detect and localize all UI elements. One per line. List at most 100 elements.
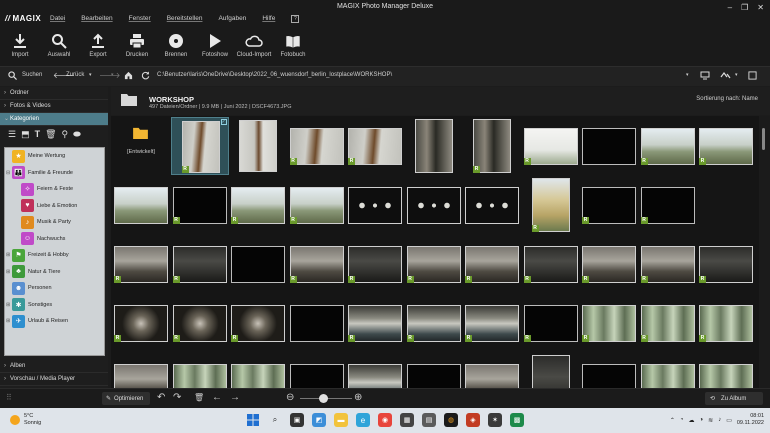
search-icon[interactable] — [8, 71, 17, 82]
collapse-icon[interactable]: ⊟ — [6, 170, 10, 176]
sort-label[interactable]: Sortierung nach: Name — [696, 96, 758, 102]
photo-thumbnail[interactable]: R — [522, 117, 580, 175]
chrome-icon[interactable]: ◉ — [378, 413, 392, 427]
tray-app-icon-2[interactable]: ◑ — [700, 417, 704, 423]
help-icon[interactable]: ? — [291, 15, 300, 23]
photo-thumbnail[interactable]: R — [171, 235, 229, 293]
photo-thumbnail[interactable] — [288, 353, 346, 388]
photo-thumbnail[interactable] — [288, 294, 346, 352]
developed-folder[interactable]: [Entwickelt] — [112, 117, 170, 175]
sidebar-section-categories[interactable]: ⌄Kategorien — [0, 113, 108, 126]
category-item[interactable]: ☻ Personen — [5, 280, 104, 297]
sidebar-section-folders[interactable]: › Ordner — [0, 87, 108, 100]
photo-thumbnail[interactable] — [346, 176, 404, 234]
photo-thumbnail[interactable]: R — [463, 235, 521, 293]
photo-thumbnail[interactable] — [112, 176, 170, 234]
zoom-out-icon[interactable]: ⊖ — [286, 392, 294, 404]
category-item[interactable]: ⊟ 👪 Familie & Freunde — [5, 165, 104, 182]
export-button[interactable]: Export — [78, 32, 118, 58]
undo-icon[interactable]: ↶ — [157, 392, 165, 404]
photo-thumbnail[interactable] — [580, 353, 638, 388]
thumbnail-grid[interactable]: [Entwickelt] R ✓ R R R R R R R R R R R R R R R R R R R R R R R R R R… — [111, 116, 759, 388]
photo-thumbnail[interactable]: R — [288, 117, 346, 175]
photo-thumbnail[interactable]: R — [288, 176, 346, 234]
app-icon-7[interactable]: ▦ — [400, 413, 414, 427]
photo-thumbnail[interactable]: R — [288, 235, 346, 293]
rotate-right-icon[interactable]: → — [230, 392, 240, 404]
zoom-in-icon[interactable]: ⊕ — [354, 392, 362, 404]
delete-icon[interactable]: 🗑 — [45, 129, 56, 139]
cloud-import-button[interactable]: Cloud-Import — [234, 32, 274, 58]
view-mode-icon[interactable] — [700, 71, 710, 82]
print-button[interactable]: Drucken — [117, 32, 157, 58]
photo-thumbnail[interactable]: R — [639, 294, 697, 352]
photo-thumbnail[interactable]: R — [346, 235, 404, 293]
minimize-icon[interactable]: – — [728, 3, 732, 12]
grid-icon[interactable]: ⠿ — [6, 392, 12, 404]
text-icon[interactable]: T — [35, 129, 41, 139]
speaker-icon[interactable]: ♪ — [718, 417, 721, 423]
photo-thumbnail[interactable] — [229, 353, 287, 388]
sidebar-section-albums[interactable]: › Alben — [0, 360, 108, 373]
sidebar-section-preview[interactable]: › Vorschau / Media Player — [0, 373, 108, 386]
battery-icon[interactable]: ▭ — [726, 417, 732, 424]
menu-datei[interactable]: Datei — [50, 15, 65, 23]
photobook-button[interactable]: Fotobuch — [273, 32, 313, 58]
photo-thumbnail[interactable]: R — [522, 176, 580, 234]
photo-thumbnail[interactable] — [522, 353, 580, 388]
slideshow-button[interactable]: Fotoshow — [195, 32, 235, 58]
photo-thumbnail[interactable] — [580, 117, 638, 175]
restore-icon[interactable]: ❐ — [741, 3, 748, 12]
new-category-icon[interactable]: ⬒ — [21, 129, 30, 139]
rotate-left-icon[interactable]: ← — [212, 392, 222, 404]
menu-aufgaben[interactable]: Aufgaben — [218, 15, 246, 23]
photo-thumbnail[interactable]: R — [405, 235, 463, 293]
import-button[interactable]: Import — [0, 32, 40, 58]
folder-path[interactable]: C:\Benutzer\laris\OneDrive\Desktop\2022_… — [157, 72, 392, 78]
category-item[interactable]: ⊞ ⚑ Freizeit & Hobby — [5, 247, 104, 264]
photo-thumbnail[interactable]: R — [697, 235, 755, 293]
photo-thumbnail[interactable]: R — [580, 176, 638, 234]
select-button[interactable]: Auswahl — [39, 32, 79, 58]
sort-icon[interactable] — [720, 71, 732, 82]
widgets-icon[interactable]: ◩ — [312, 413, 326, 427]
tag-icon[interactable]: ⬬ — [73, 129, 81, 139]
photo-thumbnail[interactable] — [405, 117, 463, 175]
wifi-icon[interactable]: ≋ — [708, 417, 713, 424]
optimize-button[interactable]: ✎ Optimieren — [102, 392, 150, 405]
photo-thumbnail[interactable] — [697, 353, 755, 388]
photo-thumbnail[interactable]: R — [112, 235, 170, 293]
photo-thumbnail[interactable] — [463, 176, 521, 234]
zoom-slider-handle[interactable] — [318, 394, 328, 403]
photo-thumbnail[interactable] — [229, 235, 287, 293]
fullscreen-icon[interactable] — [748, 71, 757, 82]
menu-hilfe[interactable]: Hilfe — [262, 15, 275, 23]
list-icon[interactable]: ☰ — [8, 129, 16, 139]
expand-icon[interactable]: ⊞ — [6, 269, 10, 275]
photo-thumbnail[interactable]: R — [639, 235, 697, 293]
refresh-icon[interactable] — [141, 71, 150, 82]
category-item[interactable]: ♪ Musik & Party — [5, 214, 104, 231]
app-icon-9[interactable]: ◍ — [444, 413, 458, 427]
photo-thumbnail[interactable]: R — [580, 235, 638, 293]
category-item[interactable]: ⊞ ♣ Natur & Tiere — [5, 264, 104, 281]
sidebar-section-photos-videos[interactable]: › Fotos & Videos — [0, 100, 108, 113]
photo-thumbnail[interactable]: R — [697, 294, 755, 352]
category-item[interactable]: ✧ Feiern & Feste — [5, 181, 104, 198]
home-icon[interactable] — [124, 71, 133, 82]
photo-thumbnail[interactable]: R — [522, 294, 580, 352]
task-view-icon[interactable]: ▣ — [290, 413, 304, 427]
photo-thumbnail[interactable] — [463, 353, 521, 388]
photo-thumbnail[interactable]: R — [346, 117, 404, 175]
photo-thumbnail[interactable]: R — [171, 294, 229, 352]
file-explorer-icon[interactable]: ▬ — [334, 413, 348, 427]
photo-thumbnail[interactable]: R — [229, 294, 287, 352]
photo-thumbnail[interactable]: R ✓ — [170, 117, 229, 175]
expand-icon[interactable]: ⊞ — [6, 302, 10, 308]
onedrive-icon[interactable]: ☁ — [689, 417, 695, 424]
add-to-album-button[interactable]: ⟲ Zu Album — [705, 392, 763, 405]
app-icon-8[interactable]: ▤ — [422, 413, 436, 427]
menu-bearbeiten[interactable]: Bearbeiten — [81, 15, 112, 23]
expand-icon[interactable]: ⊞ — [6, 252, 10, 258]
photo-thumbnail[interactable]: R — [697, 117, 755, 175]
